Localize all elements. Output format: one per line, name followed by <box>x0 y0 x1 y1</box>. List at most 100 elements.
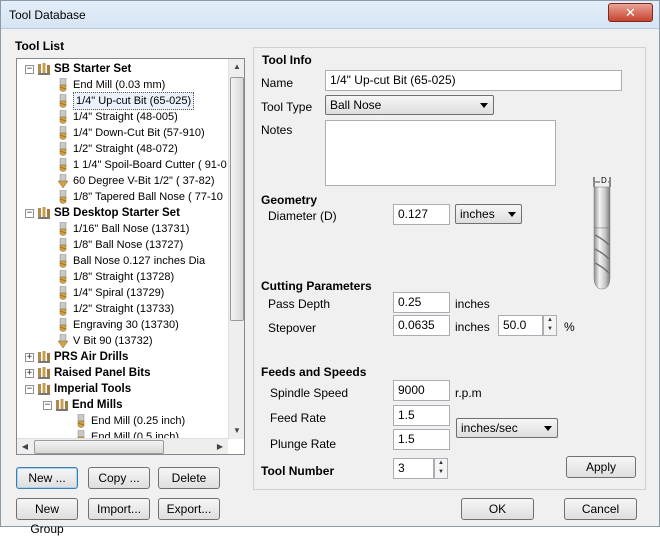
tree-item-label: 1/2" Straight (48-072) <box>73 143 178 155</box>
tree-tool-row[interactable]: Ball Nose 0.127 inches Dia <box>57 253 205 269</box>
tool-bit-icon <box>57 317 73 333</box>
rate-units-select[interactable]: inches/sec <box>456 418 558 438</box>
tree-group-row[interactable]: − Imperial Tools <box>25 381 131 397</box>
tool-tree[interactable]: End Mill (0.5 inch) End Mill (0.25 inch) −… <box>16 58 245 455</box>
spin-up-icon[interactable]: ▲ <box>435 459 447 468</box>
scroll-down-arrow-icon[interactable]: ▼ <box>229 423 244 439</box>
new-group-button[interactable]: New Group <box>16 498 78 536</box>
title-bar[interactable]: Tool Database ✕ <box>1 1 659 29</box>
tree-tool-row[interactable]: 1/2" Straight (13733) <box>57 301 174 317</box>
diameter-units-select[interactable]: inches <box>455 204 522 224</box>
tool-database-window: Tool Database ✕ Tool List End Mill (0.5 … <box>0 0 660 536</box>
tree-group-row[interactable]: − End Mills <box>43 397 122 413</box>
tool-bit-icon <box>57 189 73 205</box>
tree-item-label: 1/4" Up-cut Bit (65-025) <box>73 92 195 110</box>
tree-tool-row[interactable]: 60 Degree V-Bit 1/2" ( 37-82) <box>57 173 214 189</box>
tree-tool-row[interactable]: 1/4" Spiral (13729) <box>57 285 164 301</box>
pass-depth-label: Pass Depth <box>268 297 331 311</box>
tree-item-label: 1/16" Ball Nose (13731) <box>73 223 190 235</box>
scroll-left-arrow-icon[interactable]: ◀ <box>17 439 33 454</box>
diameter-diagram-label: D <box>600 176 608 185</box>
plunge-rate-label: Plunge Rate <box>270 437 337 451</box>
import-button[interactable]: Import... <box>88 498 150 520</box>
apply-button[interactable]: Apply <box>566 456 636 478</box>
chevron-down-icon <box>544 426 552 431</box>
collapse-icon[interactable]: − <box>25 384 34 394</box>
pass-depth-units: inches <box>455 297 490 311</box>
tree-item-label: Raised Panel Bits <box>54 367 151 379</box>
tree-tool-row[interactable]: 1/8" Tapered Ball Nose ( 77-10 <box>57 189 223 205</box>
tree-item-label: Engraving 30 (13730) <box>73 319 179 331</box>
pass-depth-input[interactable]: 0.25 <box>393 292 450 313</box>
stepover-input[interactable]: 0.0635 <box>393 315 450 336</box>
tool-info-label: Tool Info <box>262 53 312 67</box>
tree-group-row[interactable]: + PRS Air Drills <box>25 349 128 365</box>
new-tool-button[interactable]: New ... <box>16 467 78 489</box>
diameter-input[interactable]: 0.127 <box>393 204 450 225</box>
tree-tool-row[interactable]: End Mill (0.03 mm) <box>57 77 165 93</box>
spindle-speed-input[interactable]: 9000 <box>393 380 450 401</box>
scroll-right-arrow-icon[interactable]: ▶ <box>212 439 228 454</box>
geometry-label: Geometry <box>261 193 318 207</box>
tree-tool-row[interactable]: 1/8" Straight (13728) <box>57 269 174 285</box>
tree-vertical-scrollbar[interactable]: ▲ ▼ <box>228 59 244 439</box>
chevron-down-icon <box>508 212 516 217</box>
tree-group-row[interactable]: + Raised Panel Bits <box>25 365 151 381</box>
tool-group-icon <box>37 206 54 220</box>
collapse-icon[interactable]: − <box>25 208 34 218</box>
tree-item-label: 1/8" Ball Nose (13727) <box>73 239 184 251</box>
stepover-label: Stepover <box>268 321 317 335</box>
tree-tool-row[interactable]: V Bit 90 (13732) <box>57 333 153 349</box>
collapse-icon[interactable]: − <box>43 400 52 410</box>
diameter-label: Diameter (D) <box>268 209 337 223</box>
feeds-and-speeds-label: Feeds and Speeds <box>261 365 367 379</box>
tool-name-input[interactable]: 1/4" Up-cut Bit (65-025) <box>325 70 622 91</box>
tool-group-icon <box>37 62 54 76</box>
tree-tool-row[interactable]: 1/2" Straight (48-072) <box>57 141 178 157</box>
tree-item-label: PRS Air Drills <box>54 351 129 363</box>
tree-item-label: End Mills <box>72 399 123 411</box>
tool-number-spinner[interactable]: ▲ ▼ <box>434 458 448 479</box>
notes-textarea[interactable] <box>325 120 556 186</box>
tool-group-icon <box>37 350 54 364</box>
tree-item-label: V Bit 90 (13732) <box>73 335 153 347</box>
export-button[interactable]: Export... <box>158 498 220 520</box>
plunge-rate-input[interactable]: 1.5 <box>393 429 450 450</box>
tool-number-input[interactable]: 3 <box>393 458 434 479</box>
chevron-down-icon <box>480 103 488 108</box>
tree-item-label: 1/4" Spiral (13729) <box>73 287 165 299</box>
tree-tool-row[interactable]: Engraving 30 (13730) <box>57 317 179 333</box>
feed-rate-input[interactable]: 1.5 <box>393 405 450 426</box>
spin-up-icon[interactable]: ▲ <box>544 316 556 325</box>
tree-group-row[interactable]: − SB Desktop Starter Set <box>25 205 180 221</box>
cancel-button[interactable]: Cancel <box>564 498 637 520</box>
stepover-percent-input[interactable]: 50.0 <box>498 315 543 336</box>
tree-group-row[interactable]: − SB Starter Set <box>25 61 131 77</box>
horizontal-scroll-thumb[interactable] <box>34 440 164 454</box>
collapse-icon[interactable]: − <box>25 64 34 74</box>
tool-group-icon <box>37 366 54 380</box>
tree-tool-row[interactable]: End Mill (0.25 inch) <box>75 413 185 429</box>
scroll-up-arrow-icon[interactable]: ▲ <box>229 59 244 75</box>
copy-tool-button[interactable]: Copy ... <box>88 467 150 489</box>
close-button[interactable]: ✕ <box>608 3 653 22</box>
tree-horizontal-scrollbar[interactable]: ◀ ▶ <box>17 438 228 454</box>
tool-bit-icon <box>57 285 73 301</box>
expand-icon[interactable]: + <box>25 368 34 378</box>
cutting-parameters-label: Cutting Parameters <box>261 279 372 293</box>
spin-down-icon[interactable]: ▼ <box>544 325 556 334</box>
tree-tool-row[interactable]: 1/4" Straight (48-005) <box>57 109 178 125</box>
tree-tool-row[interactable]: 1/8" Ball Nose (13727) <box>57 237 183 253</box>
delete-tool-button[interactable]: Delete <box>158 467 220 489</box>
tree-tool-row[interactable]: 1/4" Up-cut Bit (65-025) <box>57 92 195 110</box>
tool-bit-icon <box>57 93 73 109</box>
ok-button[interactable]: OK <box>461 498 534 520</box>
tree-tool-row[interactable]: 1/16" Ball Nose (13731) <box>57 221 189 237</box>
vertical-scroll-thumb[interactable] <box>230 77 244 321</box>
stepover-percent-spinner[interactable]: ▲ ▼ <box>543 315 557 336</box>
spin-down-icon[interactable]: ▼ <box>435 468 447 477</box>
expand-icon[interactable]: + <box>25 352 34 362</box>
tree-tool-row[interactable]: 1/4" Down-Cut Bit (57-910) <box>57 125 205 141</box>
tree-tool-row[interactable]: 1 1/4" Spoil-Board Cutter ( 91-0 <box>57 157 227 173</box>
tool-type-select[interactable]: Ball Nose <box>325 95 494 115</box>
